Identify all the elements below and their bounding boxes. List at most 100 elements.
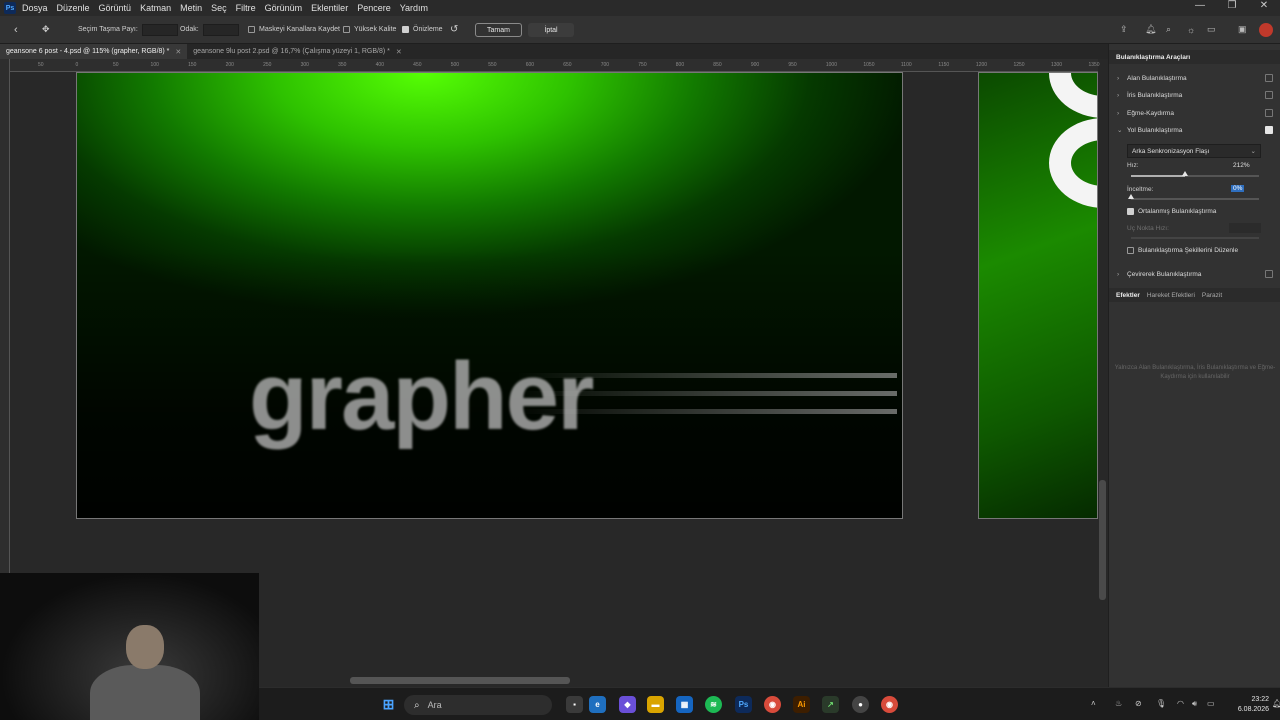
iris-blur-checkbox[interactable] [1265, 91, 1273, 99]
edit-blur-shapes-check-icon[interactable] [1127, 246, 1134, 254]
edge-browser-icon[interactable]: e [589, 696, 606, 713]
speed-slider-thumb[interactable] [1181, 171, 1188, 176]
centered-blur-checkbox[interactable]: Ortalanmış Bulanıklaştırma [1127, 204, 1267, 218]
back-arrow-icon[interactable]: ‹ [14, 24, 18, 36]
field-blur-row[interactable]: › Alan Bulanıklaştırma [1117, 71, 1273, 85]
spin-blur-row[interactable]: › Çevirerek Bulanıklaştırma [1117, 267, 1273, 281]
arrange-icon[interactable]: ▣ [1238, 24, 1247, 35]
iris-blur-row[interactable]: › İris Bulanıklaştırma [1117, 88, 1273, 102]
spotify-icon[interactable]: ≋ [705, 696, 722, 713]
tilt-shift-checkbox[interactable] [1265, 109, 1273, 117]
high-quality-check-icon[interactable] [343, 26, 350, 33]
task-view-icon[interactable]: ▪ [566, 696, 583, 713]
chevron-right-icon[interactable]: › [1117, 75, 1127, 82]
avatar[interactable] [1259, 22, 1273, 37]
save-mask-check-icon[interactable] [248, 26, 255, 33]
close-icon[interactable]: ✕ [1248, 0, 1280, 11]
horizontal-scrollbar[interactable] [350, 677, 570, 684]
battery-icon[interactable]: ▭ [1207, 699, 1215, 708]
preview-check-icon[interactable] [402, 26, 409, 33]
chevron-right-icon[interactable]: › [1117, 110, 1127, 117]
menu-type[interactable]: Metin [180, 3, 202, 13]
minimize-icon[interactable]: — [1184, 0, 1216, 11]
path-blur-checkbox[interactable] [1265, 126, 1273, 134]
search-icon[interactable]: ⌕ [1166, 24, 1171, 35]
menu-edit[interactable]: Düzenle [57, 3, 90, 13]
store-icon[interactable]: ▦ [676, 696, 693, 713]
reset-icon[interactable]: ↺ [450, 24, 458, 35]
high-quality-checkbox[interactable]: Yüksek Kalite [343, 26, 396, 33]
illustrator-icon[interactable]: Ai [793, 696, 810, 713]
bell-icon[interactable]: 🔔︎ [1145, 24, 1156, 35]
taskbar-search[interactable]: ⌕ Ara [404, 695, 552, 715]
restore-icon[interactable]: ❐ [1216, 0, 1248, 11]
horizontal-ruler[interactable]: 50 0 50 100 150 200 250 300 350 400 450 500 550 600 65… [10, 59, 1100, 72]
endpoint-speed-slider[interactable] [1131, 237, 1259, 239]
chrome-profile-icon[interactable]: ◉ [881, 696, 898, 713]
workspace-icon[interactable]: ▭ [1207, 24, 1216, 35]
speed-slider[interactable] [1131, 171, 1259, 177]
ok-button[interactable]: Tamam [475, 23, 522, 37]
vertical-scrollbar[interactable] [1099, 480, 1106, 600]
tab-document-2[interactable]: geansone 9lu post 2.psd @ 16,7% (Çalışma… [187, 44, 407, 59]
tab-close-icon[interactable]: ✕ [396, 48, 402, 56]
github-desktop-icon[interactable]: ● [852, 696, 869, 713]
chevron-right-icon[interactable]: › [1117, 271, 1127, 278]
selection-bleed-field[interactable] [141, 23, 178, 36]
menu-view[interactable]: Görünüm [265, 3, 303, 13]
pin-tool-icon[interactable]: ✥ [42, 24, 50, 35]
taper-slider[interactable] [1128, 194, 1259, 200]
endpoint-speed-field[interactable] [1229, 223, 1261, 233]
tilt-shift-row[interactable]: › Eğme-Kaydırma [1117, 106, 1273, 120]
preview-checkbox[interactable]: Önizleme [402, 26, 443, 33]
notification-bell-icon[interactable]: 🔔︎ [1272, 699, 1280, 708]
windows-start-icon[interactable]: ⊞ [380, 696, 397, 713]
edit-blur-shapes-checkbox[interactable]: Bulanıklaştırma Şekillerini Düzenle [1127, 243, 1267, 257]
vertical-ruler[interactable] [0, 59, 10, 579]
path-blur-mode-dropdown[interactable]: Arka Senkronizasyon Flaşı ⌄ [1127, 144, 1261, 158]
menu-file[interactable]: Dosya [22, 3, 48, 13]
centered-blur-check-icon[interactable] [1127, 207, 1134, 215]
path-blur-row[interactable]: ⌄ Yol Bulanıklaştırma [1117, 123, 1273, 137]
stocks-icon[interactable]: ↗ [822, 696, 839, 713]
chevron-up-icon[interactable]: ˄ [1091, 699, 1096, 708]
tab-noise[interactable]: Parazit [1202, 292, 1222, 299]
field-blur-checkbox[interactable] [1265, 74, 1273, 82]
microphone-icon[interactable]: 🎙︎ [1156, 699, 1166, 708]
tab-motion-effects[interactable]: Hareket Efektleri [1147, 292, 1195, 299]
share-icon[interactable]: ⇪ [1120, 24, 1128, 35]
taper-value[interactable]: 0% [1231, 185, 1245, 192]
no-sync-icon[interactable]: ⊘ [1135, 699, 1142, 708]
photoshop-logo-icon[interactable]: Ps [4, 2, 16, 14]
spin-blur-checkbox[interactable] [1265, 270, 1273, 278]
menu-layer[interactable]: Katman [140, 3, 171, 13]
menu-filter[interactable]: Filtre [236, 3, 256, 13]
menu-plugins[interactable]: Eklentiler [311, 3, 348, 13]
tab-close-icon[interactable]: ✕ [175, 48, 181, 56]
file-explorer-icon[interactable]: ▬ [647, 696, 664, 713]
chevron-right-icon[interactable]: › [1117, 92, 1127, 99]
speed-value[interactable]: 212% [1233, 162, 1250, 169]
chrome-icon[interactable]: ◉ [764, 696, 781, 713]
cancel-button[interactable]: İptal [528, 23, 574, 37]
ruler-label: 150 [188, 62, 197, 68]
chevron-down-icon[interactable]: ⌄ [1117, 126, 1127, 134]
taper-slider-thumb[interactable] [1128, 194, 1134, 199]
menu-image[interactable]: Görüntü [99, 3, 132, 13]
tab-effects[interactable]: Efektler [1116, 292, 1140, 299]
photoshop-taskbar-icon[interactable]: Ps [735, 696, 752, 713]
speaker-icon[interactable]: 🔊︎ [1192, 699, 1197, 709]
document-artboard[interactable]: grapher [76, 72, 903, 519]
second-artboard-preview[interactable] [978, 72, 1098, 519]
lightbulb-icon[interactable]: ☼ [1187, 25, 1195, 35]
menu-help[interactable]: Yardım [400, 3, 428, 13]
tab-document-1[interactable]: geansone 6 post - 4.psd @ 115% (grapher,… [0, 44, 188, 59]
focus-field[interactable] [202, 23, 239, 36]
menu-select[interactable]: Seç [211, 3, 227, 13]
tray-app-icon[interactable]: ♨ [1115, 699, 1122, 708]
wifi-icon[interactable]: ◠ [1177, 699, 1184, 708]
system-clock[interactable]: 23:22 6.08.2026 [1225, 695, 1269, 715]
menu-window[interactable]: Pencere [357, 3, 391, 13]
copilot-icon[interactable]: ◆ [619, 696, 636, 713]
save-mask-checkbox[interactable]: Maskeyi Kanallara Kaydet [248, 26, 340, 33]
